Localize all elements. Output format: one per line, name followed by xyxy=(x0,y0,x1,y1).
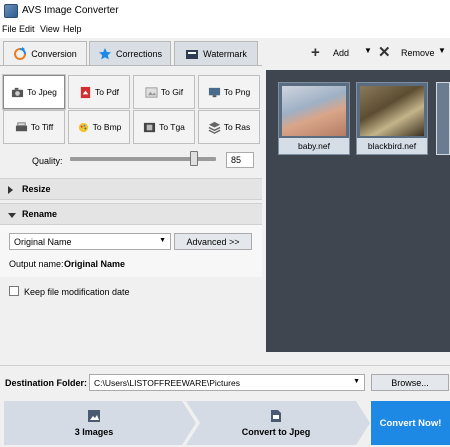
format-tga-button[interactable]: To Tga xyxy=(133,110,195,144)
format-jpeg-button[interactable]: To Jpeg xyxy=(2,74,66,110)
browse-button[interactable]: Browse... xyxy=(371,374,449,391)
app-icon xyxy=(4,4,18,18)
menu-edit[interactable]: Edit xyxy=(19,24,35,34)
destination-path: C:\Users\LISTOFFREEWARE\Pictures xyxy=(94,378,240,388)
menu-view[interactable]: View xyxy=(40,24,59,34)
format-pdf-button[interactable]: To Pdf xyxy=(68,75,130,109)
thumbnail-area: baby.nef blackbird.nef xyxy=(266,70,450,352)
add-icon[interactable]: + xyxy=(311,44,320,61)
tab-corrections-label: Corrections xyxy=(115,48,162,59)
format-jpeg-label: To Jpeg xyxy=(27,87,57,97)
format-bmp-button[interactable]: To Bmp xyxy=(68,110,130,144)
add-dropdown-icon[interactable]: ▼ xyxy=(364,46,372,55)
format-ras-button[interactable]: To Ras xyxy=(198,110,260,144)
gif-icon xyxy=(145,86,158,98)
format-gif-label: To Gif xyxy=(160,87,184,97)
resize-label: Resize xyxy=(22,184,51,194)
format-png-button[interactable]: To Png xyxy=(198,75,260,109)
format-gif-button[interactable]: To Gif xyxy=(133,75,195,109)
tab-watermark[interactable]: Watermark xyxy=(174,41,258,65)
thumbnail-partial[interactable] xyxy=(436,82,450,155)
image-icon xyxy=(88,410,100,422)
format-pdf-label: To Pdf xyxy=(94,87,120,97)
resize-section-header[interactable]: Resize xyxy=(0,178,262,200)
baby-image xyxy=(282,86,346,136)
menu-help[interactable]: Help xyxy=(63,24,82,34)
tab-conversion[interactable]: Conversion xyxy=(3,41,87,66)
star-icon xyxy=(98,47,111,59)
collapsed-arrow-icon xyxy=(8,186,13,194)
file-image-icon xyxy=(271,410,281,422)
rename-section-header[interactable]: Rename xyxy=(0,203,262,225)
keep-date-label: Keep file modification date xyxy=(24,287,130,297)
step-convert-to-label: Convert to Jpeg xyxy=(241,427,311,437)
watermark-icon xyxy=(186,49,199,59)
step-convert-to[interactable]: Convert to Jpeg xyxy=(196,401,356,445)
title-bar: AVS Image Converter xyxy=(0,0,450,22)
format-ras-label: To Ras xyxy=(223,122,251,132)
chevron-down-icon: ▼ xyxy=(353,378,360,385)
file-toolbar: + Add ▼ ✕ Remove ▼ xyxy=(262,38,450,68)
tab-conversion-label: Conversion xyxy=(31,49,77,59)
thumbnail-caption: baby.nef xyxy=(279,138,349,154)
step-images[interactable]: 3 Images xyxy=(4,401,184,445)
remove-icon[interactable]: ✕ xyxy=(378,43,391,61)
output-name-label: Output name: xyxy=(9,259,64,269)
thumbnail-baby[interactable]: baby.nef xyxy=(278,82,350,155)
step-images-label: 3 Images xyxy=(74,427,114,437)
advanced-button[interactable]: Advanced >> xyxy=(174,233,252,250)
thumbnail-caption: blackbird.nef xyxy=(357,138,427,154)
refresh-icon xyxy=(14,47,27,60)
window-title: AVS Image Converter xyxy=(22,5,119,16)
keep-date-checkbox[interactable] xyxy=(9,286,19,296)
chevron-down-icon: ▼ xyxy=(159,237,166,244)
menu-bar: File Edit View Help xyxy=(0,22,450,38)
add-button[interactable]: Add xyxy=(333,48,349,58)
format-png-label: To Png xyxy=(223,87,251,97)
blackbird-image xyxy=(360,86,424,136)
quality-label: Quality: xyxy=(32,156,63,166)
printer-icon xyxy=(15,121,27,131)
destination-select[interactable]: C:\Users\LISTOFFREEWARE\Pictures ▼ xyxy=(89,374,365,391)
format-tiff-label: To Tiff xyxy=(30,122,54,132)
quality-slider-thumb[interactable] xyxy=(190,151,199,166)
remove-button[interactable]: Remove xyxy=(401,48,435,58)
expanded-arrow-icon xyxy=(8,213,16,218)
monitor-icon xyxy=(208,87,220,97)
rename-select[interactable]: Original Name ▼ xyxy=(9,233,171,250)
quality-value-input[interactable]: 85 xyxy=(226,152,254,168)
paint-icon xyxy=(78,122,88,132)
pdf-icon xyxy=(80,86,91,98)
rename-label: Rename xyxy=(22,209,58,219)
format-tga-label: To Tga xyxy=(159,122,185,132)
tab-watermark-label: Watermark xyxy=(203,48,247,59)
remove-dropdown-icon[interactable]: ▼ xyxy=(438,46,446,55)
convert-now-button[interactable]: Convert Now! xyxy=(371,401,450,445)
camera-icon xyxy=(12,87,24,97)
film-icon xyxy=(144,122,156,132)
tab-corrections[interactable]: Corrections xyxy=(89,41,171,65)
thumbnail-blackbird[interactable]: blackbird.nef xyxy=(356,82,428,155)
output-name-value: Original Name xyxy=(64,259,126,269)
destination-label: Destination Folder: xyxy=(5,378,88,388)
layers-icon xyxy=(208,121,221,134)
menu-file[interactable]: File xyxy=(2,24,17,34)
format-bmp-label: To Bmp xyxy=(92,122,122,132)
format-tiff-button[interactable]: To Tiff xyxy=(3,110,65,144)
rename-select-value: Original Name xyxy=(14,237,72,247)
